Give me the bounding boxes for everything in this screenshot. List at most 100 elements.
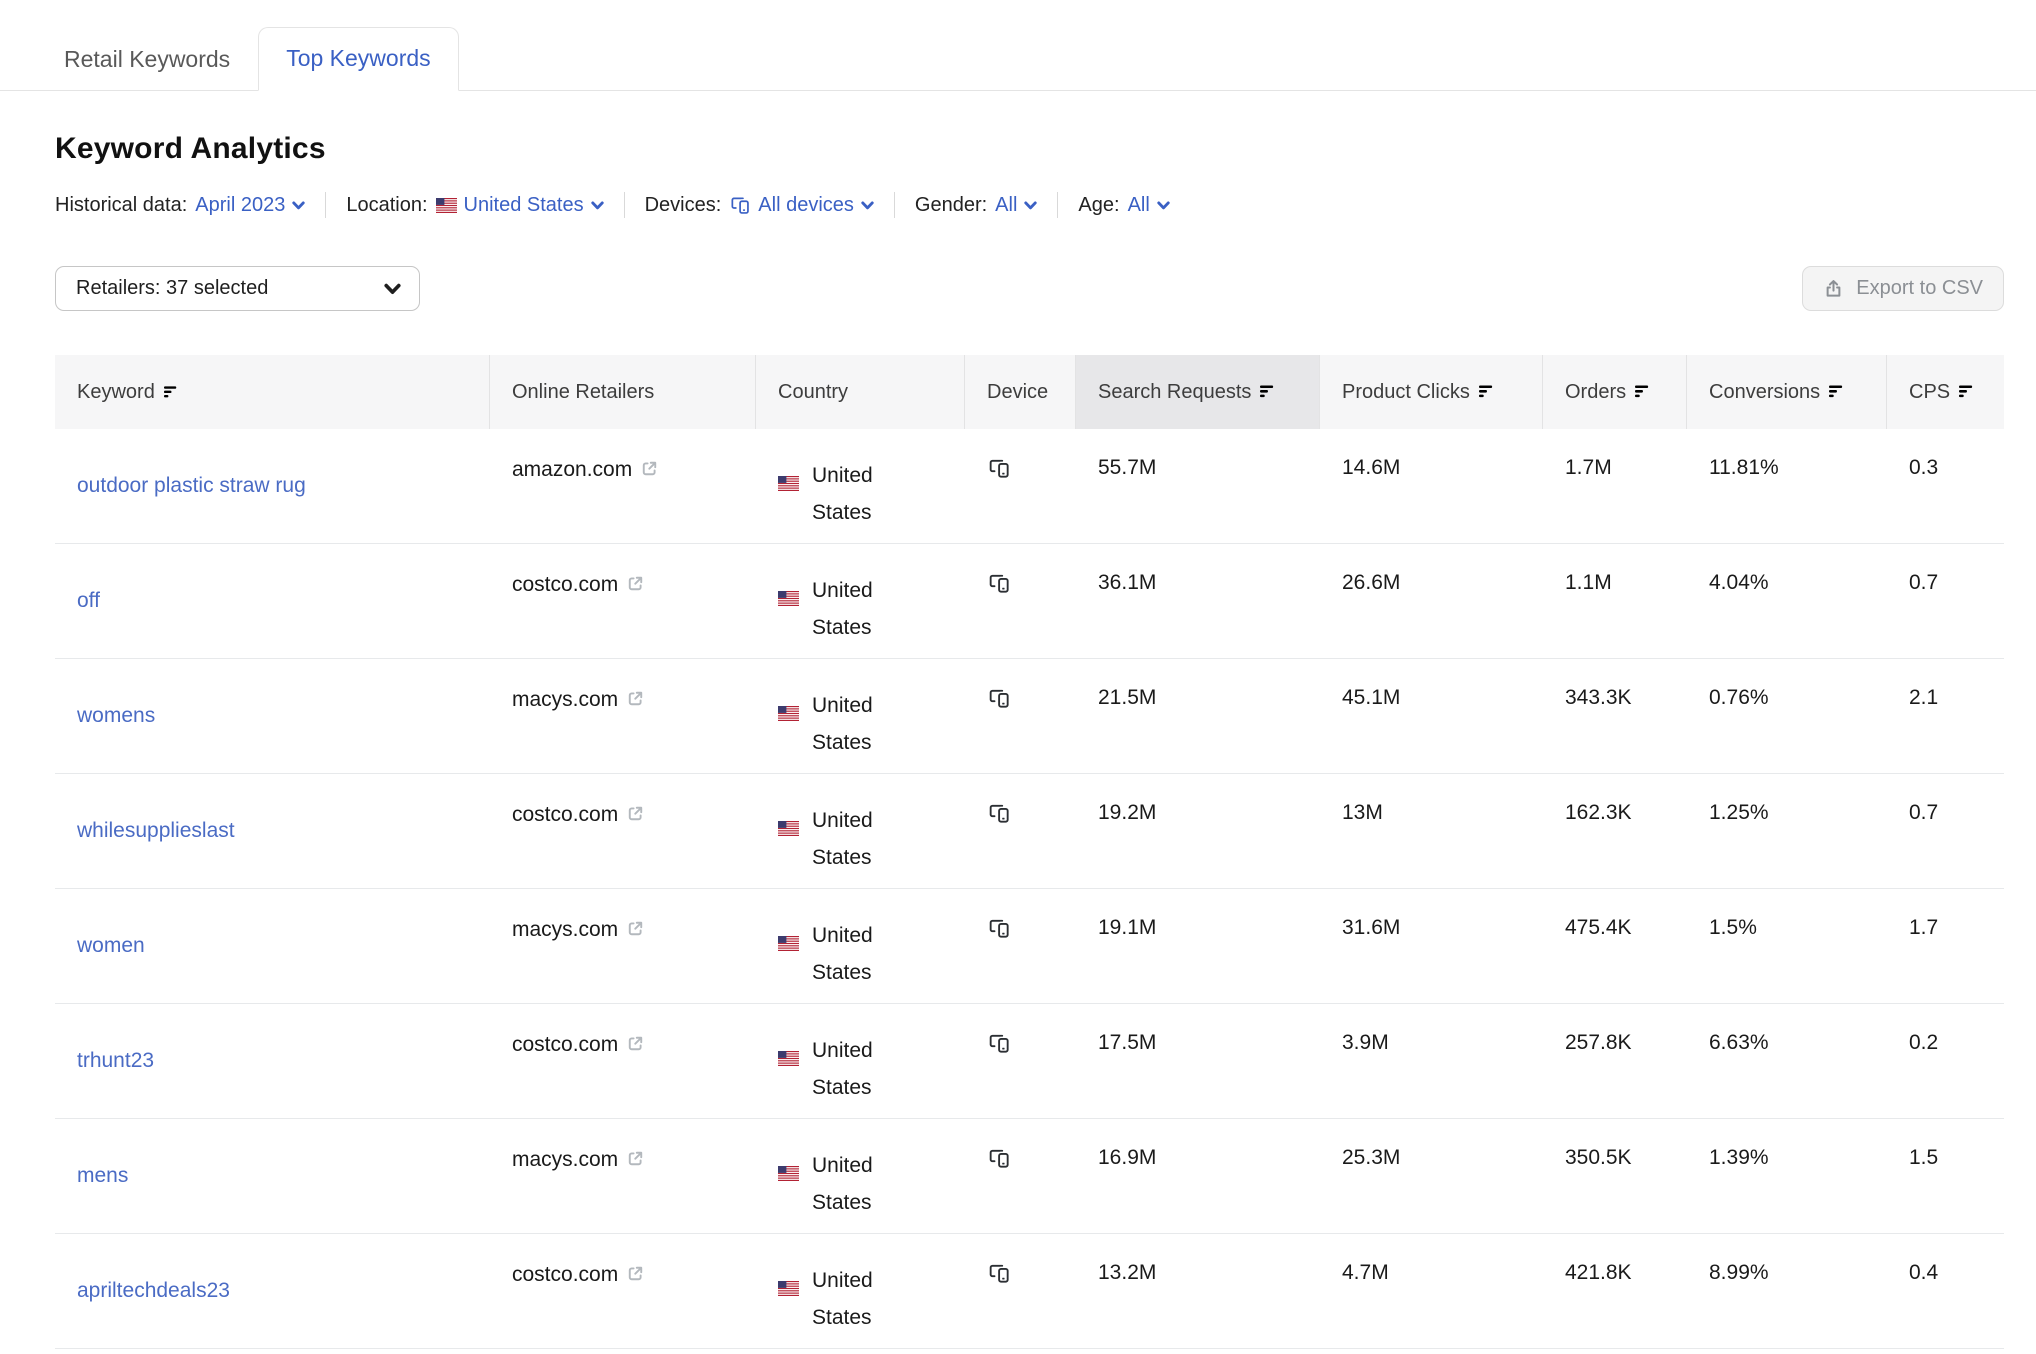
sort-icon <box>1635 385 1650 399</box>
conversions-value: 8.99% <box>1687 1234 1887 1348</box>
country-name: United States <box>812 1033 907 1107</box>
country-cell: United States <box>756 1234 965 1348</box>
retailer-domain: costco.com <box>512 803 618 827</box>
historical-data-dropdown[interactable]: April 2023 <box>195 194 305 217</box>
retailer-cell: costco.com <box>490 1234 756 1348</box>
filter-historical-data: Historical data: April 2023 <box>55 194 305 217</box>
export-button-label: Export to CSV <box>1856 277 1983 300</box>
column-header-device[interactable]: Device <box>965 355 1076 429</box>
keyword-cell: apriltechdeals23 <box>55 1234 490 1348</box>
location-label: Location: <box>346 194 427 217</box>
column-header-online-retailers[interactable]: Online Retailers <box>490 355 756 429</box>
page-title: Keyword Analytics <box>55 132 2004 166</box>
external-link-icon[interactable] <box>627 805 644 822</box>
device-cell <box>965 1119 1076 1233</box>
product-clicks-value: 26.6M <box>1320 544 1543 658</box>
search-requests-value: 36.1M <box>1076 544 1320 658</box>
device-cell <box>965 889 1076 1003</box>
search-requests-value: 13.2M <box>1076 1234 1320 1348</box>
search-requests-value: 19.2M <box>1076 774 1320 888</box>
keyword-cell: trhunt23 <box>55 1004 490 1118</box>
all-devices-icon <box>987 571 1011 595</box>
column-header-keyword[interactable]: Keyword <box>55 355 490 429</box>
external-link-icon[interactable] <box>627 1150 644 1167</box>
keyword-link[interactable]: whilesupplieslast <box>77 819 235 843</box>
search-requests-value: 55.7M <box>1076 429 1320 543</box>
external-link-icon[interactable] <box>627 690 644 707</box>
column-header-product-clicks[interactable]: Product Clicks <box>1320 355 1543 429</box>
product-clicks-value: 3.9M <box>1320 1004 1543 1118</box>
external-link-icon[interactable] <box>627 575 644 592</box>
column-header-cps[interactable]: CPS <box>1887 355 2004 429</box>
retailer-domain: costco.com <box>512 1263 618 1287</box>
table-row: off costco.com United States 36.1M 26.6M… <box>55 544 2004 659</box>
retailer-cell: macys.com <box>490 1119 756 1233</box>
product-clicks-value: 31.6M <box>1320 889 1543 1003</box>
conversions-value: 0.76% <box>1687 659 1887 773</box>
filter-separator <box>894 192 895 218</box>
all-devices-icon <box>987 916 1011 940</box>
conversions-value: 6.63% <box>1687 1004 1887 1118</box>
orders-value: 1.1M <box>1543 544 1687 658</box>
keyword-link[interactable]: womens <box>77 704 155 728</box>
sort-icon <box>164 386 178 399</box>
cps-value: 0.3 <box>1887 429 2004 543</box>
gender-label: Gender: <box>915 194 987 217</box>
devices-label: Devices: <box>645 194 722 217</box>
filters-bar: Historical data: April 2023 Location: Un… <box>55 192 2004 218</box>
product-clicks-value: 45.1M <box>1320 659 1543 773</box>
all-devices-icon <box>987 686 1011 710</box>
filter-age: Age: All <box>1078 194 1169 217</box>
retailers-dropdown[interactable]: Retailers: 37 selected <box>55 266 420 311</box>
keyword-link[interactable]: women <box>77 934 145 958</box>
keyword-link[interactable]: off <box>77 589 100 613</box>
table-row: outdoor plastic straw rug amazon.com Uni… <box>55 429 2004 544</box>
all-devices-icon <box>987 801 1011 825</box>
table-body: outdoor plastic straw rug amazon.com Uni… <box>55 429 2004 1349</box>
keyword-link[interactable]: apriltechdeals23 <box>77 1279 230 1303</box>
search-requests-value: 17.5M <box>1076 1004 1320 1118</box>
conversions-value: 1.39% <box>1687 1119 1887 1233</box>
column-header-orders[interactable]: Orders <box>1543 355 1687 429</box>
country-cell: United States <box>756 659 965 773</box>
product-clicks-value: 13M <box>1320 774 1543 888</box>
tab-retail-keywords[interactable]: Retail Keywords <box>36 28 258 91</box>
external-link-icon[interactable] <box>641 460 658 477</box>
external-link-icon[interactable] <box>627 1035 644 1052</box>
cps-value: 1.5 <box>1887 1119 2004 1233</box>
keyword-link[interactable]: mens <box>77 1164 128 1188</box>
gender-dropdown[interactable]: All <box>995 194 1037 217</box>
age-dropdown[interactable]: All <box>1128 194 1170 217</box>
retailer-cell: costco.com <box>490 1004 756 1118</box>
column-header-search-requests[interactable]: Search Requests <box>1076 355 1320 429</box>
us-flag-icon <box>778 591 799 606</box>
filter-separator <box>624 192 625 218</box>
device-cell <box>965 1004 1076 1118</box>
search-requests-value: 21.5M <box>1076 659 1320 773</box>
orders-value: 350.5K <box>1543 1119 1687 1233</box>
tab-top-keywords[interactable]: Top Keywords <box>258 27 458 91</box>
us-flag-icon <box>778 936 799 951</box>
keyword-link[interactable]: outdoor plastic straw rug <box>77 474 306 498</box>
external-link-icon[interactable] <box>627 920 644 937</box>
cps-value: 2.1 <box>1887 659 2004 773</box>
external-link-icon[interactable] <box>627 1265 644 1282</box>
orders-value: 162.3K <box>1543 774 1687 888</box>
conversions-value: 1.5% <box>1687 889 1887 1003</box>
main-content: Keyword Analytics Historical data: April… <box>0 132 2036 1349</box>
toolbar: Retailers: 37 selected Export to CSV <box>55 266 2004 311</box>
devices-dropdown[interactable]: All devices <box>729 194 874 217</box>
retailer-domain: macys.com <box>512 1148 618 1172</box>
us-flag-icon <box>778 706 799 721</box>
chevron-down-icon <box>292 201 305 210</box>
keyword-link[interactable]: trhunt23 <box>77 1049 154 1073</box>
country-name: United States <box>812 918 907 992</box>
column-header-conversions[interactable]: Conversions <box>1687 355 1887 429</box>
export-to-csv-button[interactable]: Export to CSV <box>1802 266 2004 311</box>
column-header-country[interactable]: Country <box>756 355 965 429</box>
table-row: womens macys.com United States 21.5M 45.… <box>55 659 2004 774</box>
cps-value: 1.7 <box>1887 889 2004 1003</box>
table-row: women macys.com United States 19.1M 31.6… <box>55 889 2004 1004</box>
location-dropdown[interactable]: United States <box>436 194 604 217</box>
device-cell <box>965 544 1076 658</box>
